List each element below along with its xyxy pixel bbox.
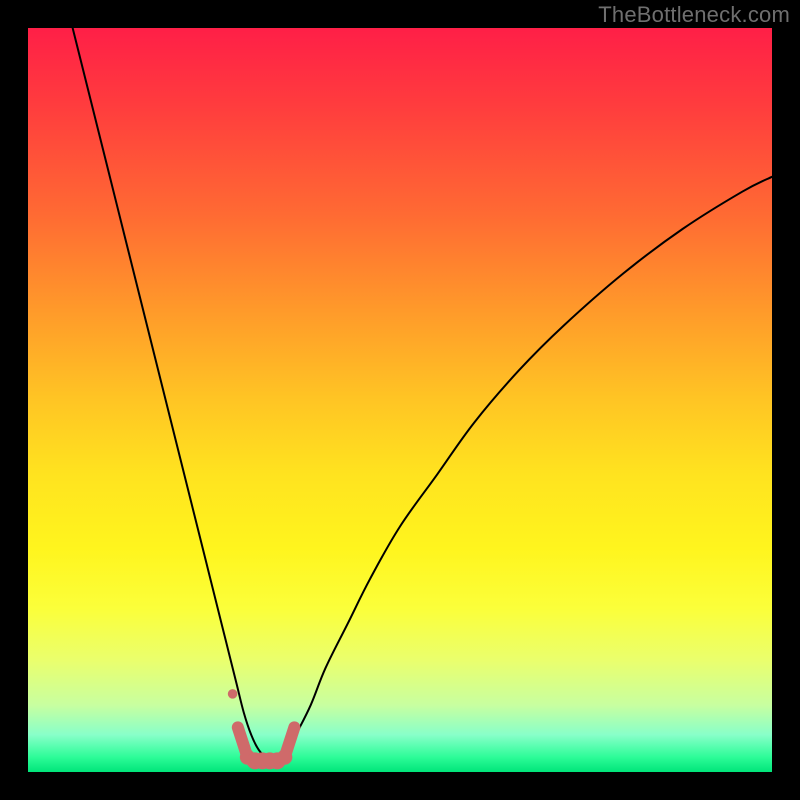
trough-marker-group	[232, 722, 300, 770]
trough-marker	[232, 722, 243, 733]
bottleneck-chart	[28, 28, 772, 772]
bottleneck-curve	[73, 28, 772, 758]
trough-marker	[289, 722, 300, 733]
extra-dot	[228, 689, 238, 699]
watermark-text: TheBottleneck.com	[598, 2, 790, 28]
chart-frame	[28, 28, 772, 772]
trough-marker	[277, 749, 292, 764]
